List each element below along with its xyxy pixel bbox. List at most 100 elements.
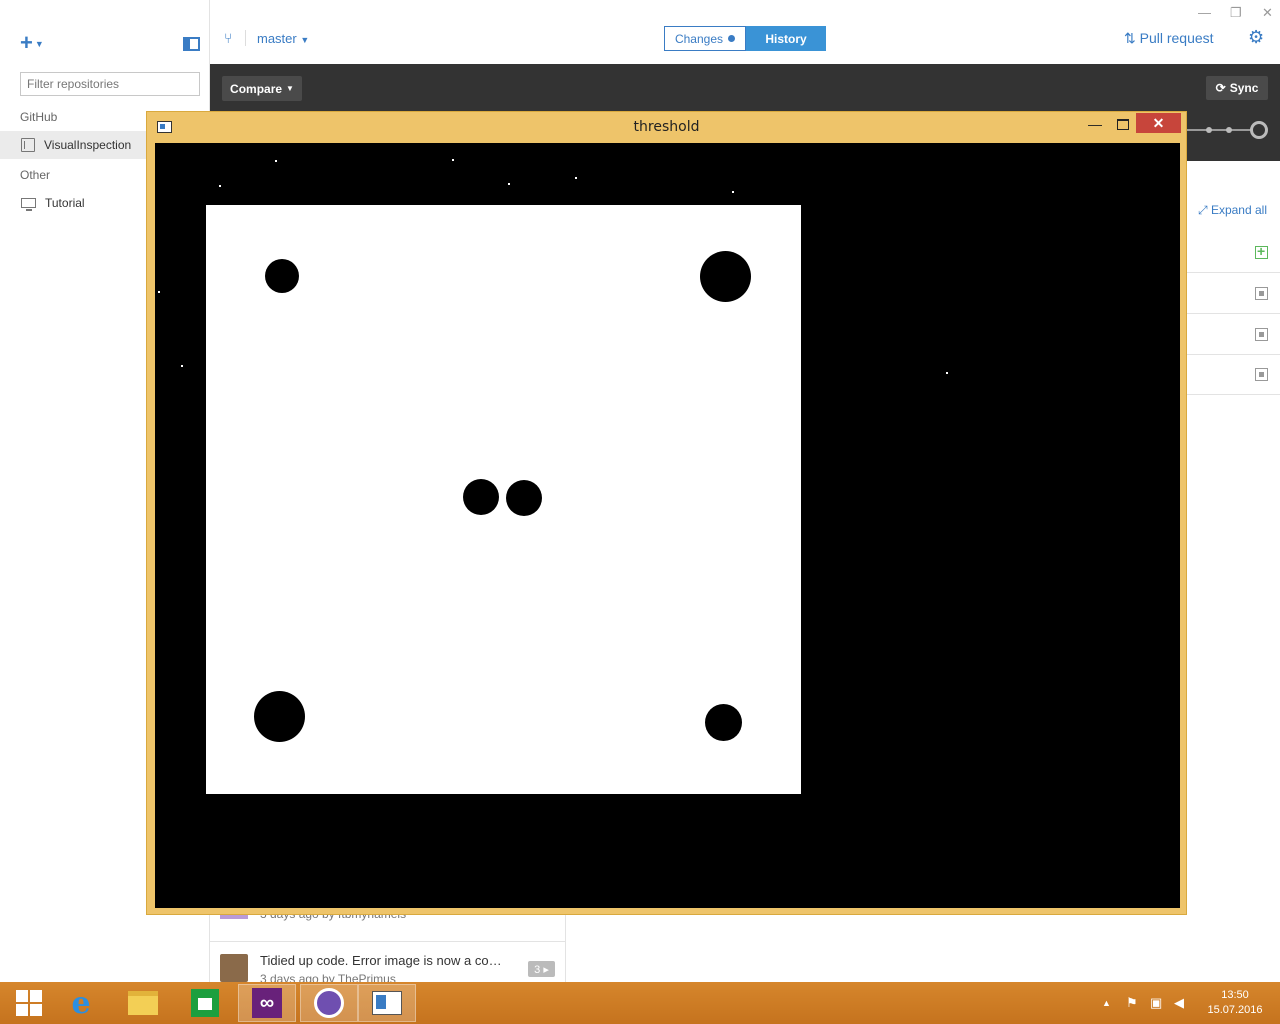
- visual-studio-icon: ∞: [252, 988, 282, 1018]
- threshold-image: [155, 143, 1180, 908]
- monitor-icon: [21, 198, 36, 211]
- windows-taskbar: e ∞ ▲ ⚑ ▣ ◀ 13:50 15.07.2016: [0, 982, 1280, 1024]
- application-icon: [372, 991, 402, 1015]
- taskbar-store[interactable]: [176, 984, 234, 1022]
- top-bar: ⑂ master ▼ Changes History ⇅ Pull reques…: [210, 0, 1280, 64]
- expand-all-label: Expand all: [1210, 203, 1267, 217]
- window-title: threshold: [633, 119, 700, 135]
- file-row[interactable]: [1186, 315, 1280, 355]
- maximize-icon[interactable]: ❐: [1230, 5, 1242, 21]
- pull-request-icon: ⇅: [1124, 30, 1136, 46]
- chevron-up-icon: ▲: [1102, 998, 1111, 1008]
- branch-icon: ⑂: [224, 30, 233, 46]
- commit-timeline[interactable]: [1186, 120, 1276, 140]
- expand-all-button[interactable]: ⤢ Expand all: [1198, 203, 1267, 218]
- clock-time: 13:50: [1221, 989, 1249, 1001]
- sync-label: Sync: [1229, 81, 1259, 95]
- file-row[interactable]: [1186, 233, 1280, 273]
- sidebar-toggle-icon[interactable]: [183, 37, 200, 51]
- gear-icon[interactable]: ⚙: [1248, 27, 1264, 48]
- file-modified-icon: [1255, 328, 1268, 341]
- filter-repositories-input[interactable]: [20, 72, 200, 96]
- taskbar-file-explorer[interactable]: [114, 984, 172, 1022]
- file-modified-icon: [1255, 368, 1268, 381]
- sync-icon: ⟳: [1215, 81, 1226, 95]
- taskbar-internet-explorer[interactable]: e: [52, 984, 110, 1022]
- start-button[interactable]: [0, 984, 58, 1022]
- maximize-icon[interactable]: [1112, 117, 1132, 135]
- minimize-icon[interactable]: —: [1198, 5, 1211, 20]
- timeline-line: [1186, 129, 1256, 131]
- group-label-other: Other: [20, 168, 51, 182]
- network-icon[interactable]: ▣: [1150, 982, 1162, 1024]
- system-clock[interactable]: 13:50 15.07.2016: [1200, 988, 1270, 1018]
- timeline-dot: [1206, 127, 1212, 133]
- noise-speck: [575, 177, 577, 179]
- close-icon[interactable]: ✕: [1262, 5, 1273, 21]
- taskbar-threshold-app[interactable]: [358, 984, 416, 1022]
- changes-panel: ⤢ Expand all: [1186, 161, 1280, 991]
- group-label-github: GitHub: [20, 110, 58, 124]
- compare-button[interactable]: Compare ▼: [222, 76, 302, 101]
- branch-selector[interactable]: master ▼: [257, 31, 309, 46]
- noise-speck: [158, 291, 160, 293]
- timeline-head[interactable]: [1250, 121, 1268, 139]
- file-row[interactable]: [1186, 355, 1280, 395]
- folder-icon: [128, 991, 158, 1015]
- plus-icon: +: [20, 30, 33, 55]
- store-icon: [191, 989, 219, 1017]
- sync-button[interactable]: ⟳ Sync: [1206, 76, 1268, 100]
- volume-muted-icon[interactable]: ◀: [1174, 982, 1184, 1024]
- noise-speck: [219, 185, 221, 187]
- divider: [245, 30, 246, 46]
- file-added-icon: [1255, 243, 1268, 259]
- noise-speck: [181, 365, 183, 367]
- noise-speck: [508, 183, 510, 185]
- file-modified-icon: [1255, 287, 1268, 300]
- threshold-window: threshold — ✕: [146, 111, 1187, 915]
- repo-name: Tutorial: [45, 196, 85, 210]
- close-icon[interactable]: ✕: [1136, 113, 1181, 133]
- book-icon: [21, 138, 35, 152]
- file-row[interactable]: [1186, 274, 1280, 314]
- minimize-icon[interactable]: —: [1085, 116, 1105, 134]
- window-titlebar[interactable]: threshold — ✕: [147, 112, 1186, 143]
- commit-history-list: 3 days ago by ftbmynameis Tidied up code…: [210, 905, 566, 986]
- taskbar-github-desktop[interactable]: [300, 984, 358, 1022]
- hole-blob: [254, 691, 305, 742]
- hole-blob: [506, 480, 542, 516]
- pull-request-label: Pull request: [1139, 30, 1214, 46]
- tab-history-label: History: [765, 31, 807, 46]
- chevron-down-icon: ▼: [34, 39, 44, 50]
- tab-changes[interactable]: Changes: [664, 26, 746, 51]
- chevron-down-icon: ▼: [300, 35, 310, 45]
- compare-label: Compare: [230, 81, 283, 96]
- taskbar-visual-studio[interactable]: ∞: [238, 984, 296, 1022]
- repo-name: VisualInspection: [44, 138, 132, 152]
- branch-name: master: [257, 31, 297, 46]
- clock-date: 15.07.2016: [1207, 1004, 1263, 1016]
- commit-count-badge[interactable]: 3 ▸: [528, 961, 555, 977]
- avatar: [220, 954, 248, 982]
- add-repository-button[interactable]: + ▼: [20, 32, 44, 55]
- timeline-dot: [1226, 127, 1232, 133]
- tab-changes-label: Changes: [674, 31, 724, 46]
- changes-indicator-dot: [728, 35, 736, 42]
- noise-speck: [275, 160, 277, 162]
- tab-history[interactable]: History: [746, 26, 826, 51]
- show-hidden-icons-button[interactable]: ▲: [1102, 982, 1111, 1024]
- action-center-icon[interactable]: ⚑: [1126, 982, 1138, 1024]
- noise-speck: [452, 159, 454, 161]
- github-icon: [314, 988, 344, 1018]
- expand-icon: ⤢: [1198, 203, 1208, 217]
- pull-request-button[interactable]: ⇅ Pull request: [1124, 30, 1214, 47]
- chevron-down-icon: ▼: [286, 84, 294, 93]
- commit-item[interactable]: Tidied up code. Error image is now a co……: [210, 941, 566, 986]
- hole-blob: [705, 704, 742, 741]
- windows-logo-icon: [16, 990, 42, 1016]
- noise-speck: [946, 372, 948, 374]
- hole-blob: [700, 251, 751, 302]
- internet-explorer-icon: e: [71, 985, 91, 1021]
- commit-title: Tidied up code. Error image is now a co…: [260, 953, 502, 968]
- hole-blob: [265, 259, 299, 293]
